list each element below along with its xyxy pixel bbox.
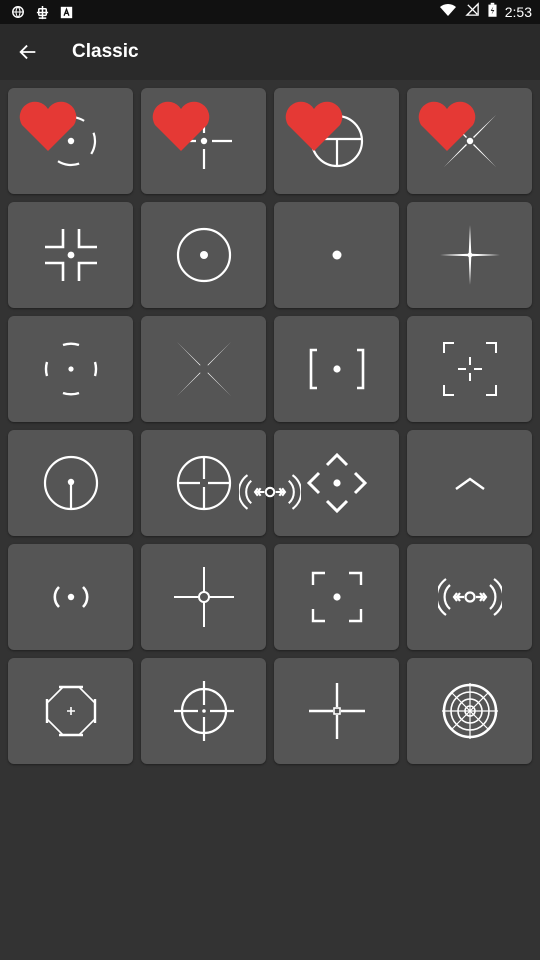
crosshair-tile[interactable] [407, 88, 532, 194]
crosshair-tile[interactable] [274, 658, 399, 764]
crosshair-tile[interactable] [8, 202, 133, 308]
crosshair-tile[interactable] [8, 544, 133, 650]
crosshair-circle-dot-icon [176, 227, 231, 283]
bug-icon [34, 4, 50, 20]
crosshair-diamond-arrows-icon [306, 452, 367, 514]
favorite-heart-icon [285, 101, 343, 151]
status-time: 2:53 [504, 4, 532, 20]
crosshair-frame-dot-icon [311, 571, 362, 623]
crosshair-tile[interactable] [8, 316, 133, 422]
crosshair-tile[interactable] [8, 88, 133, 194]
crosshair-tile[interactable] [8, 658, 133, 764]
favorite-heart-icon [418, 101, 476, 151]
crosshair-tile[interactable] [141, 316, 266, 422]
crosshair-dot-icon [332, 250, 341, 260]
crosshair-corner-frame-plus-icon [442, 342, 497, 396]
crosshair-tile[interactable] [274, 544, 399, 650]
crosshair-bracket-ring-icon [237, 474, 303, 510]
crosshair-tile[interactable] [141, 202, 266, 308]
crosshair-tile[interactable] [274, 88, 399, 194]
crosshair-corner-brackets-icon [44, 229, 97, 281]
crosshair-tile[interactable] [407, 430, 532, 536]
arrow-back-icon [19, 44, 36, 60]
crosshair-bracket-ring-icon [437, 578, 502, 616]
crosshair-x-spikes-icon [176, 342, 231, 396]
crosshair-tile[interactable] [407, 544, 532, 650]
page-title: Classic [72, 41, 139, 62]
crosshair-parens-dot-icon [53, 586, 88, 608]
crosshair-cross-square-icon [308, 683, 365, 739]
crosshair-octagon-plus-icon [45, 685, 96, 737]
signal-off-icon [465, 2, 480, 22]
crosshair-grid [8, 88, 532, 764]
wifi-icon [439, 3, 457, 22]
crosshair-sniper-scope-icon [441, 683, 498, 739]
crosshair-tile[interactable] [141, 658, 266, 764]
crosshair-tile[interactable] [407, 202, 532, 308]
crosshair-tile[interactable] [141, 88, 266, 194]
dragged-crosshair[interactable] [237, 462, 303, 522]
favorite-heart-icon [152, 101, 210, 151]
text-icon [58, 4, 74, 20]
crosshair-cross-small-circle-icon [173, 567, 234, 627]
crosshair-tile[interactable] [407, 658, 532, 764]
crosshair-tile[interactable] [141, 544, 266, 650]
back-button[interactable] [0, 24, 56, 80]
crosshair-caret-up-icon [454, 477, 485, 490]
crosshair-tile[interactable] [407, 316, 532, 422]
app-bar: Classic [0, 24, 540, 80]
crosshair-tile[interactable] [8, 430, 133, 536]
status-bar: 2:53 [0, 0, 540, 24]
crosshair-thin-star-icon [439, 225, 500, 285]
favorite-heart-icon [19, 101, 77, 151]
battery-charging-icon [488, 2, 497, 23]
crosshair-tile[interactable] [274, 202, 399, 308]
crosshair-circle-cross-long-icon [173, 681, 234, 741]
crosshair-broken-circle-dot-icon [44, 342, 97, 396]
crosshair-circle-stem-icon [43, 455, 98, 511]
vpn-icon [10, 4, 26, 20]
crosshair-tile[interactable] [274, 316, 399, 422]
crosshair-square-brackets-dot-icon [309, 348, 364, 390]
crosshair-circle-cross-icon [176, 455, 231, 511]
